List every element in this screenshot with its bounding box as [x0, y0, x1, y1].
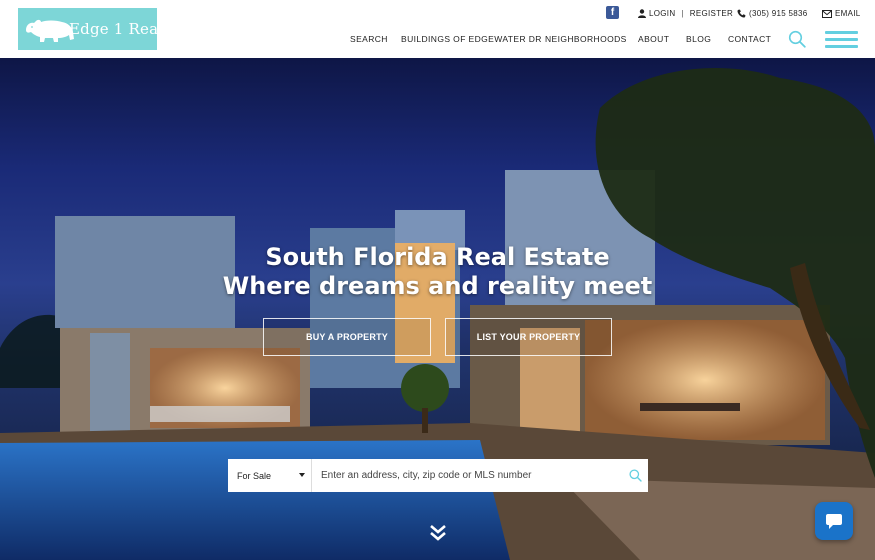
- nav-item-search[interactable]: SEARCH: [350, 34, 388, 44]
- auth-separator: |: [681, 9, 684, 18]
- facebook-icon[interactable]: f: [606, 6, 619, 19]
- hero-headline-line1: South Florida Real Estate: [265, 243, 610, 271]
- nav-item-neighborhoods[interactable]: NEIGHBORHOODS: [545, 34, 627, 44]
- chat-button[interactable]: [815, 502, 853, 540]
- address-search-input[interactable]: [312, 459, 622, 492]
- double-chevron-down-icon[interactable]: [428, 523, 448, 543]
- menu-toggle-button[interactable]: [825, 30, 858, 48]
- search-icon: [628, 469, 642, 482]
- chevron-down-icon: [299, 473, 305, 477]
- nav-item-about[interactable]: ABOUT: [638, 34, 669, 44]
- menu-bar: [825, 45, 858, 48]
- phone-number: (305) 915 5836: [749, 9, 808, 18]
- envelope-icon: [822, 9, 832, 18]
- chat-bubble-icon: [826, 513, 842, 529]
- main-nav: SEARCH BUILDINGS OF EDGEWATER DR NEIGHBO…: [0, 34, 875, 48]
- hero-headline-line2: Where dreams and reality meet: [222, 272, 653, 300]
- list-property-button[interactable]: LIST YOUR PROPERTY: [445, 318, 612, 356]
- email-link[interactable]: EMAIL: [822, 9, 861, 18]
- menu-bar: [825, 38, 858, 41]
- email-label: EMAIL: [835, 9, 861, 18]
- nav-item-blog[interactable]: BLOG: [686, 34, 711, 44]
- property-search-bar: For Sale: [228, 459, 648, 492]
- phone-icon: [737, 9, 746, 18]
- login-link[interactable]: LOGIN: [649, 9, 675, 18]
- auth-links: LOGIN | REGISTER: [638, 9, 733, 18]
- phone-link[interactable]: (305) 915 5836: [737, 9, 807, 18]
- user-icon: [638, 9, 646, 18]
- menu-bar: [825, 31, 858, 34]
- listing-type-select[interactable]: For Sale: [228, 459, 312, 492]
- buy-property-button[interactable]: BUY A PROPERTY: [263, 318, 431, 356]
- nav-item-buildings[interactable]: BUILDINGS OF EDGEWATER DR: [401, 34, 542, 44]
- site-header: Edge 1 Realty f LOGIN | REGISTER (305) 9…: [0, 0, 875, 58]
- register-link[interactable]: REGISTER: [690, 9, 733, 18]
- search-icon[interactable]: [788, 30, 806, 48]
- hero-banner: South Florida Real Estate Where dreams a…: [0, 58, 875, 560]
- nav-item-contact[interactable]: CONTACT: [728, 34, 771, 44]
- listing-type-value: For Sale: [237, 470, 272, 481]
- search-submit-button[interactable]: [622, 459, 648, 492]
